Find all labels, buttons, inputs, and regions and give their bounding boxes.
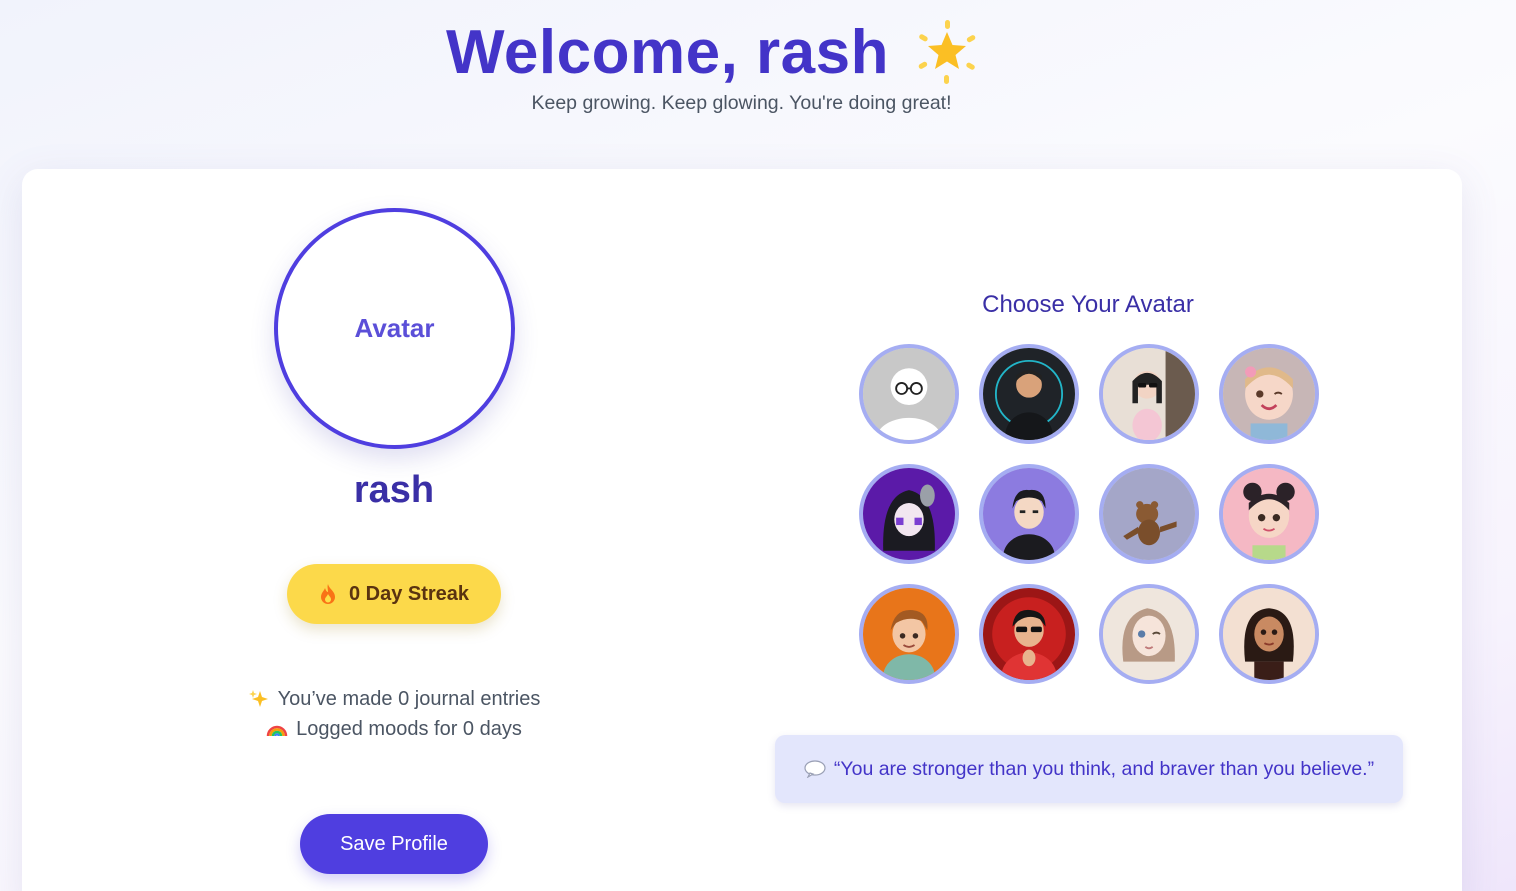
avatar-option-girl-dark-hair[interactable] xyxy=(1219,584,1319,684)
quote-text: “You are stronger than you think, and br… xyxy=(833,757,1375,780)
avatar-option-boy-purple-bg[interactable] xyxy=(979,464,1079,564)
choose-avatar-title: Choose Your Avatar xyxy=(982,291,1194,318)
streak-label: 0 Day Streak xyxy=(348,582,470,605)
sparkles-icon xyxy=(248,690,268,707)
avatar-option-default-glasses[interactable] xyxy=(859,344,959,444)
avatar-option-girl-winking[interactable] xyxy=(1099,584,1199,684)
avatar-option-girl-pink-bow[interactable] xyxy=(1219,344,1319,444)
stats-list: You’ve made 0 journal entries Logged moo… xyxy=(144,684,644,744)
journal-stat-text: You’ve made 0 journal entries xyxy=(277,688,541,710)
username: rash xyxy=(353,469,435,511)
page-subtitle: Keep growing. Keep glowing. You're doing… xyxy=(531,92,952,114)
current-avatar: Avatar xyxy=(274,208,515,449)
rainbow-icon xyxy=(266,725,288,737)
mood-stat-text: Logged moods for 0 days xyxy=(296,718,522,740)
streak-badge: 0 Day Streak xyxy=(287,564,501,624)
glowing-star-icon xyxy=(918,20,976,84)
avatar-option-boy-dark-shirt[interactable] xyxy=(979,344,1079,444)
avatar-option-purple-hood[interactable] xyxy=(859,464,959,564)
motivational-quote: “You are stronger than you think, and br… xyxy=(775,735,1403,803)
speech-bubble-icon xyxy=(804,760,826,778)
avatar-option-boy-red-shades[interactable] xyxy=(979,584,1079,684)
avatar-placeholder-label: Avatar xyxy=(354,313,435,343)
save-profile-button[interactable]: Save Profile xyxy=(300,814,488,874)
mood-stat: Logged moods for 0 days xyxy=(144,714,644,744)
avatar-option-girl-sunglasses[interactable] xyxy=(1099,344,1199,444)
avatar-grid xyxy=(859,344,1319,684)
welcome-title-row: Welcome, rash xyxy=(446,14,979,90)
journal-stat: You’ve made 0 journal entries xyxy=(144,684,644,714)
avatar-option-bear[interactable] xyxy=(1099,464,1199,564)
profile-card: Avatar rash 0 Day Streak You’ve made 0 j… xyxy=(22,169,1462,891)
welcome-title: Welcome, rash xyxy=(446,17,889,87)
avatar-option-girl-buns[interactable] xyxy=(1219,464,1319,564)
avatar-option-boy-orange-bg[interactable] xyxy=(859,584,959,684)
fire-icon xyxy=(320,584,335,604)
